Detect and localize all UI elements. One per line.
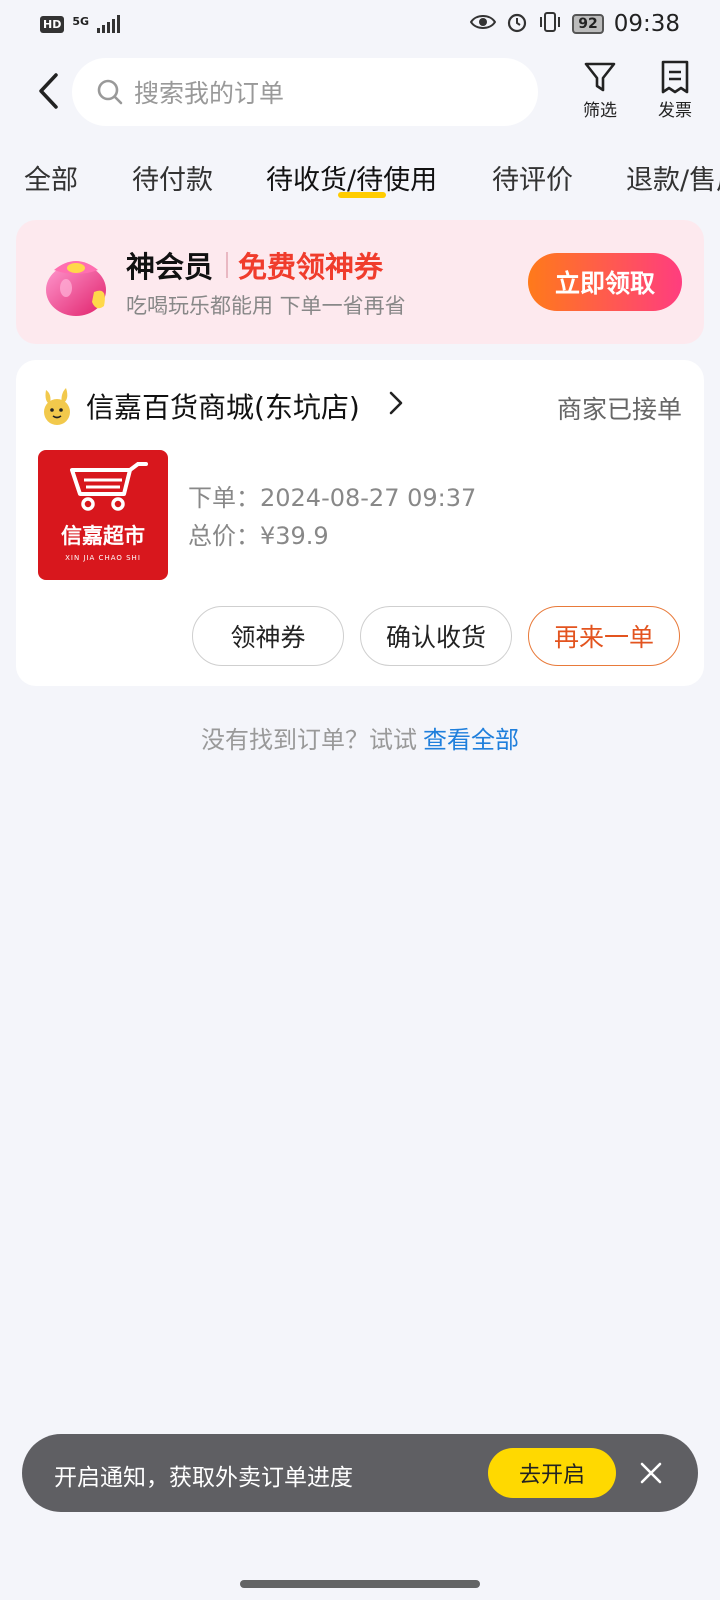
member-subtitle: 吃喝玩乐都能用 下单一省再省 — [126, 294, 406, 318]
tab-pending-review[interactable]: 待评价 — [492, 158, 573, 197]
empty-hint: 没有找到订单？试试 查看全部 — [0, 720, 720, 755]
home-indicator[interactable] — [240, 1580, 480, 1588]
vibrate-icon — [538, 11, 562, 38]
signal-icon — [97, 15, 121, 33]
store-logo-text: 信嘉超市 — [61, 523, 145, 548]
order-tabs: 全部 待付款 待收货/待使用 待评价 退款/售后 — [0, 148, 720, 208]
invoice-label: 发票 — [658, 101, 692, 121]
confirm-receipt-button[interactable]: 确认收货 — [360, 606, 512, 666]
status-left: HD 5G — [40, 15, 121, 33]
order-total: 总价：¥39.9 — [188, 522, 329, 550]
claim-now-button[interactable]: 立即领取 — [528, 253, 682, 311]
store-mascot-icon — [44, 388, 70, 425]
view-all-link[interactable]: 查看全部 — [423, 726, 519, 754]
tab-refund[interactable]: 退款/售后 — [626, 158, 720, 197]
coupon-bag-icon — [46, 261, 106, 316]
order-time: 下单：2024-08-27 09:37 — [188, 484, 477, 512]
status-bar: HD 5G 92 09:38 — [0, 0, 720, 48]
filter-button[interactable]: 筛选 — [570, 60, 630, 121]
store-logo-subtext: XIN JIA CHAO SHI — [65, 554, 141, 562]
order-status: 商家已接单 — [556, 395, 682, 424]
enable-notification-button[interactable]: 去开启 — [488, 1448, 616, 1498]
tab-pending-payment[interactable]: 待付款 — [132, 158, 213, 197]
shopping-cart-icon — [70, 462, 148, 511]
hd-badge: HD — [40, 15, 65, 33]
header: 搜索我的订单 筛选 发票 — [0, 52, 720, 132]
network-label: 5G — [72, 15, 90, 28]
search-icon — [97, 79, 123, 105]
invoice-button[interactable]: 发票 — [645, 60, 705, 121]
order-card[interactable]: 信嘉百货商城(东坑店) 商家已接单 信嘉超市 XIN JIA CHAO SHI … — [16, 360, 704, 686]
search-placeholder: 搜索我的订单 — [134, 79, 285, 108]
notification-prompt: 开启通知，获取外卖订单进度 去开启 — [22, 1434, 698, 1512]
tab-all[interactable]: 全部 — [24, 158, 78, 197]
store-name[interactable]: 信嘉百货商城(东坑店) — [86, 386, 360, 426]
notification-text: 开启通知，获取外卖订单进度 — [54, 1465, 353, 1491]
invoice-icon — [661, 60, 689, 94]
member-divider — [226, 252, 228, 278]
close-icon[interactable] — [636, 1458, 666, 1488]
status-right: 92 09:38 — [470, 11, 680, 38]
member-title: 神会员 — [126, 250, 214, 284]
search-input[interactable]: 搜索我的订单 — [72, 58, 538, 126]
reorder-button[interactable]: 再来一单 — [528, 606, 680, 666]
alarm-icon — [506, 11, 528, 38]
chevron-left-icon — [39, 73, 58, 109]
eye-icon — [470, 12, 497, 36]
store-logo[interactable]: 信嘉超市 XIN JIA CHAO SHI — [38, 450, 168, 580]
back-button[interactable] — [30, 68, 66, 114]
member-banner[interactable]: 神会员 免费领神券 吃喝玩乐都能用 下单一省再省 立即领取 — [16, 220, 704, 344]
battery-icon: 92 — [572, 14, 604, 34]
filter-label: 筛选 — [583, 101, 617, 121]
filter-icon — [584, 62, 616, 92]
tab-active-indicator — [338, 192, 386, 198]
chevron-right-icon — [389, 391, 403, 415]
clock: 09:38 — [613, 11, 680, 37]
get-coupon-button[interactable]: 领神券 — [192, 606, 344, 666]
empty-hint-text: 没有找到订单？试试 — [201, 726, 417, 754]
member-promo: 免费领神券 — [238, 250, 384, 284]
